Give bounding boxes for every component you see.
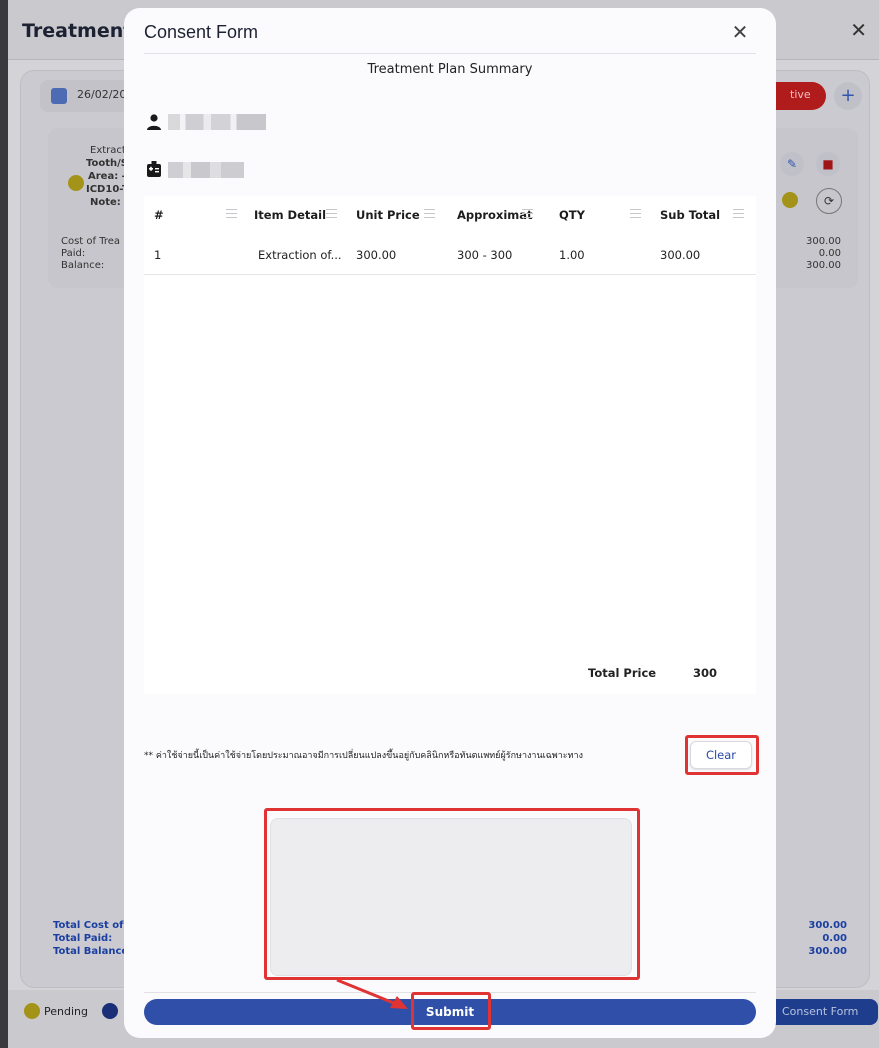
table-cell: 300.00 (356, 248, 397, 262)
plan-date: 26/02/20 (77, 88, 127, 101)
treatment-table: # Item Detail Unit Price Approximate... … (144, 196, 756, 694)
cost-disclaimer: ** ค่าใช้จ่ายนี้เป็นค่าใช้จ่ายโดยประมาณอ… (144, 751, 584, 761)
table-cell: 300 - 300 (457, 248, 513, 262)
column-menu-icon[interactable] (733, 209, 744, 219)
modal-title: Consent Form (144, 22, 259, 42)
cost-label: Balance: (61, 260, 105, 271)
highlight-box (685, 735, 759, 775)
summary-title: Treatment Plan Summary (367, 62, 533, 77)
table-cell: 1.00 (559, 248, 585, 262)
close-icon[interactable]: ✕ (728, 20, 752, 44)
cost-value: 0.00 (818, 248, 841, 259)
card-line: ICD10-T (86, 184, 129, 195)
legend-dot (102, 1003, 118, 1019)
calendar-icon (51, 88, 67, 104)
column-menu-icon[interactable] (424, 209, 435, 219)
table-cell: 1 (154, 248, 162, 262)
card-line: Note: (90, 197, 121, 208)
patient-name-redacted (168, 114, 266, 130)
column-header[interactable]: Item Detail (254, 208, 326, 222)
status-badge[interactable]: tive (776, 82, 826, 110)
divider (144, 53, 756, 54)
consent-form-button[interactable]: Consent Form (770, 999, 878, 1025)
pending-dot (24, 1003, 40, 1019)
table-header: # Item Detail Unit Price Approximate... … (144, 196, 756, 238)
cost-label: Cost of Trea (61, 236, 121, 247)
id-badge-icon (147, 161, 161, 177)
card-line: Area: - (88, 171, 126, 182)
modal-header: Consent Form ✕ (124, 8, 776, 54)
total-label: Total Paid: (53, 933, 113, 944)
total-label: Total Cost of (53, 920, 124, 931)
table-cell: 300.00 (660, 248, 701, 262)
consent-form-modal: Consent Form ✕ Treatment Plan Summary # … (124, 8, 776, 1038)
column-header[interactable]: Unit Price (356, 208, 420, 222)
cost-value: 300.00 (806, 236, 841, 247)
column-menu-icon[interactable] (522, 209, 533, 219)
person-icon (147, 114, 161, 130)
column-menu-icon[interactable] (226, 209, 237, 219)
table-cell: Extraction of... (258, 248, 342, 262)
highlight-box (264, 808, 640, 980)
card-line: Tooth/S (86, 158, 128, 169)
column-header[interactable]: QTY (559, 208, 585, 222)
highlight-box (411, 992, 491, 1030)
column-menu-icon[interactable] (630, 209, 641, 219)
total-price-value: 300 (693, 666, 718, 680)
total-value: 300.00 (808, 946, 847, 957)
close-icon[interactable]: ✕ (850, 18, 867, 42)
cost-label: Paid: (61, 248, 86, 259)
total-value: 300.00 (808, 920, 847, 931)
add-icon[interactable]: + (834, 82, 862, 110)
column-header[interactable]: Sub Total (660, 208, 720, 222)
cost-value: 300.00 (806, 260, 841, 271)
status-dot (68, 175, 84, 191)
total-value: 0.00 (822, 933, 847, 944)
cycle-icon[interactable]: ⟳ (816, 188, 842, 214)
total-label: Total Balance (53, 946, 129, 957)
column-menu-icon[interactable] (326, 209, 337, 219)
card-line: Extract (90, 145, 126, 156)
edit-icon[interactable]: ✎ (780, 152, 804, 176)
status-dot (782, 192, 798, 208)
total-price-label: Total Price (588, 666, 657, 680)
delete-icon[interactable]: ■ (816, 152, 840, 176)
column-header[interactable]: # (154, 208, 164, 222)
row-divider (144, 274, 756, 275)
legend-pending: Pending (44, 1005, 88, 1018)
patient-id-redacted (168, 162, 244, 178)
